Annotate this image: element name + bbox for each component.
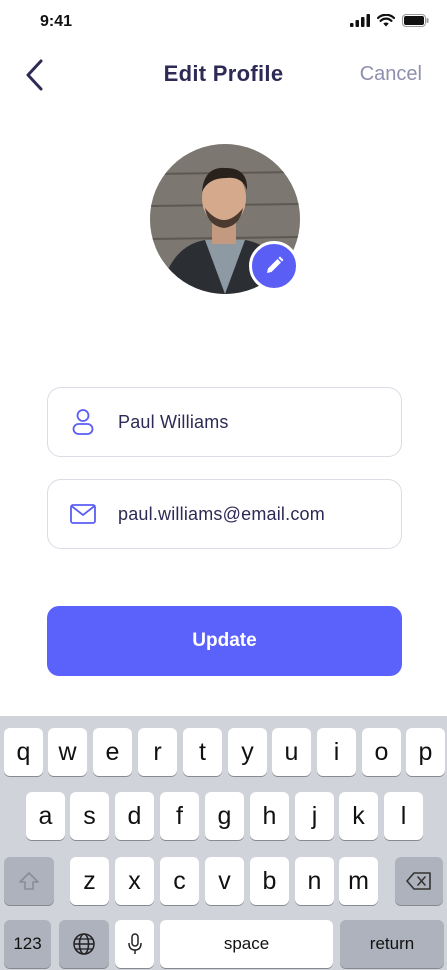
key-x[interactable]: x — [115, 857, 154, 905]
key-d[interactable]: d — [115, 792, 154, 840]
key-k[interactable]: k — [339, 792, 378, 840]
email-field[interactable]: paul.williams@email.com — [47, 479, 402, 549]
key-j[interactable]: j — [295, 792, 334, 840]
key-b[interactable]: b — [250, 857, 289, 905]
pencil-icon — [267, 256, 284, 273]
key-p[interactable]: p — [406, 728, 445, 776]
key-v[interactable]: v — [205, 857, 244, 905]
key-h[interactable]: h — [250, 792, 289, 840]
key-r[interactable]: r — [138, 728, 177, 776]
keyboard: q w e r t y u i o p a s d f g h j k l z … — [0, 716, 447, 970]
return-key[interactable]: return — [340, 920, 444, 968]
key-l[interactable]: l — [384, 792, 423, 840]
key-e[interactable]: e — [93, 728, 132, 776]
key-c[interactable]: c — [160, 857, 199, 905]
key-a[interactable]: a — [26, 792, 65, 840]
status-bar: 9:41 — [0, 0, 447, 44]
user-icon — [72, 409, 94, 435]
name-value: Paul Williams — [118, 411, 229, 432]
name-field[interactable]: Paul Williams — [47, 387, 402, 457]
shift-key[interactable] — [4, 857, 54, 905]
mail-icon — [70, 504, 96, 524]
key-y[interactable]: y — [228, 728, 267, 776]
edit-avatar-button[interactable] — [249, 241, 299, 291]
field-icon-wrap — [48, 504, 118, 524]
key-w[interactable]: w — [48, 728, 87, 776]
battery-icon — [402, 14, 429, 27]
key-n[interactable]: n — [295, 857, 334, 905]
key-f[interactable]: f — [160, 792, 199, 840]
globe-icon — [73, 933, 95, 955]
key-m[interactable]: m — [339, 857, 378, 905]
numbers-key[interactable]: 123 — [4, 920, 51, 968]
email-value: paul.williams@email.com — [118, 503, 325, 524]
dictation-key[interactable] — [115, 920, 154, 968]
status-icons — [350, 14, 429, 27]
status-time: 9:41 — [40, 13, 73, 30]
delete-key[interactable] — [395, 857, 443, 905]
field-icon-wrap — [48, 408, 118, 436]
microphone-icon — [127, 933, 142, 954]
key-u[interactable]: u — [272, 728, 311, 776]
key-i[interactable]: i — [317, 728, 356, 776]
signal-icon — [350, 14, 370, 27]
key-t[interactable]: t — [183, 728, 222, 776]
wifi-icon — [377, 14, 395, 27]
avatar-container — [150, 144, 300, 294]
globe-key[interactable] — [59, 920, 109, 968]
key-q[interactable]: q — [4, 728, 43, 776]
key-o[interactable]: o — [362, 728, 401, 776]
key-s[interactable]: s — [70, 792, 109, 840]
key-g[interactable]: g — [205, 792, 244, 840]
key-z[interactable]: z — [70, 857, 109, 905]
shift-icon — [19, 872, 39, 890]
update-button[interactable]: Update — [47, 606, 402, 676]
cancel-button[interactable]: Cancel — [360, 63, 422, 86]
delete-icon — [406, 872, 431, 890]
space-key[interactable]: space — [160, 920, 333, 968]
